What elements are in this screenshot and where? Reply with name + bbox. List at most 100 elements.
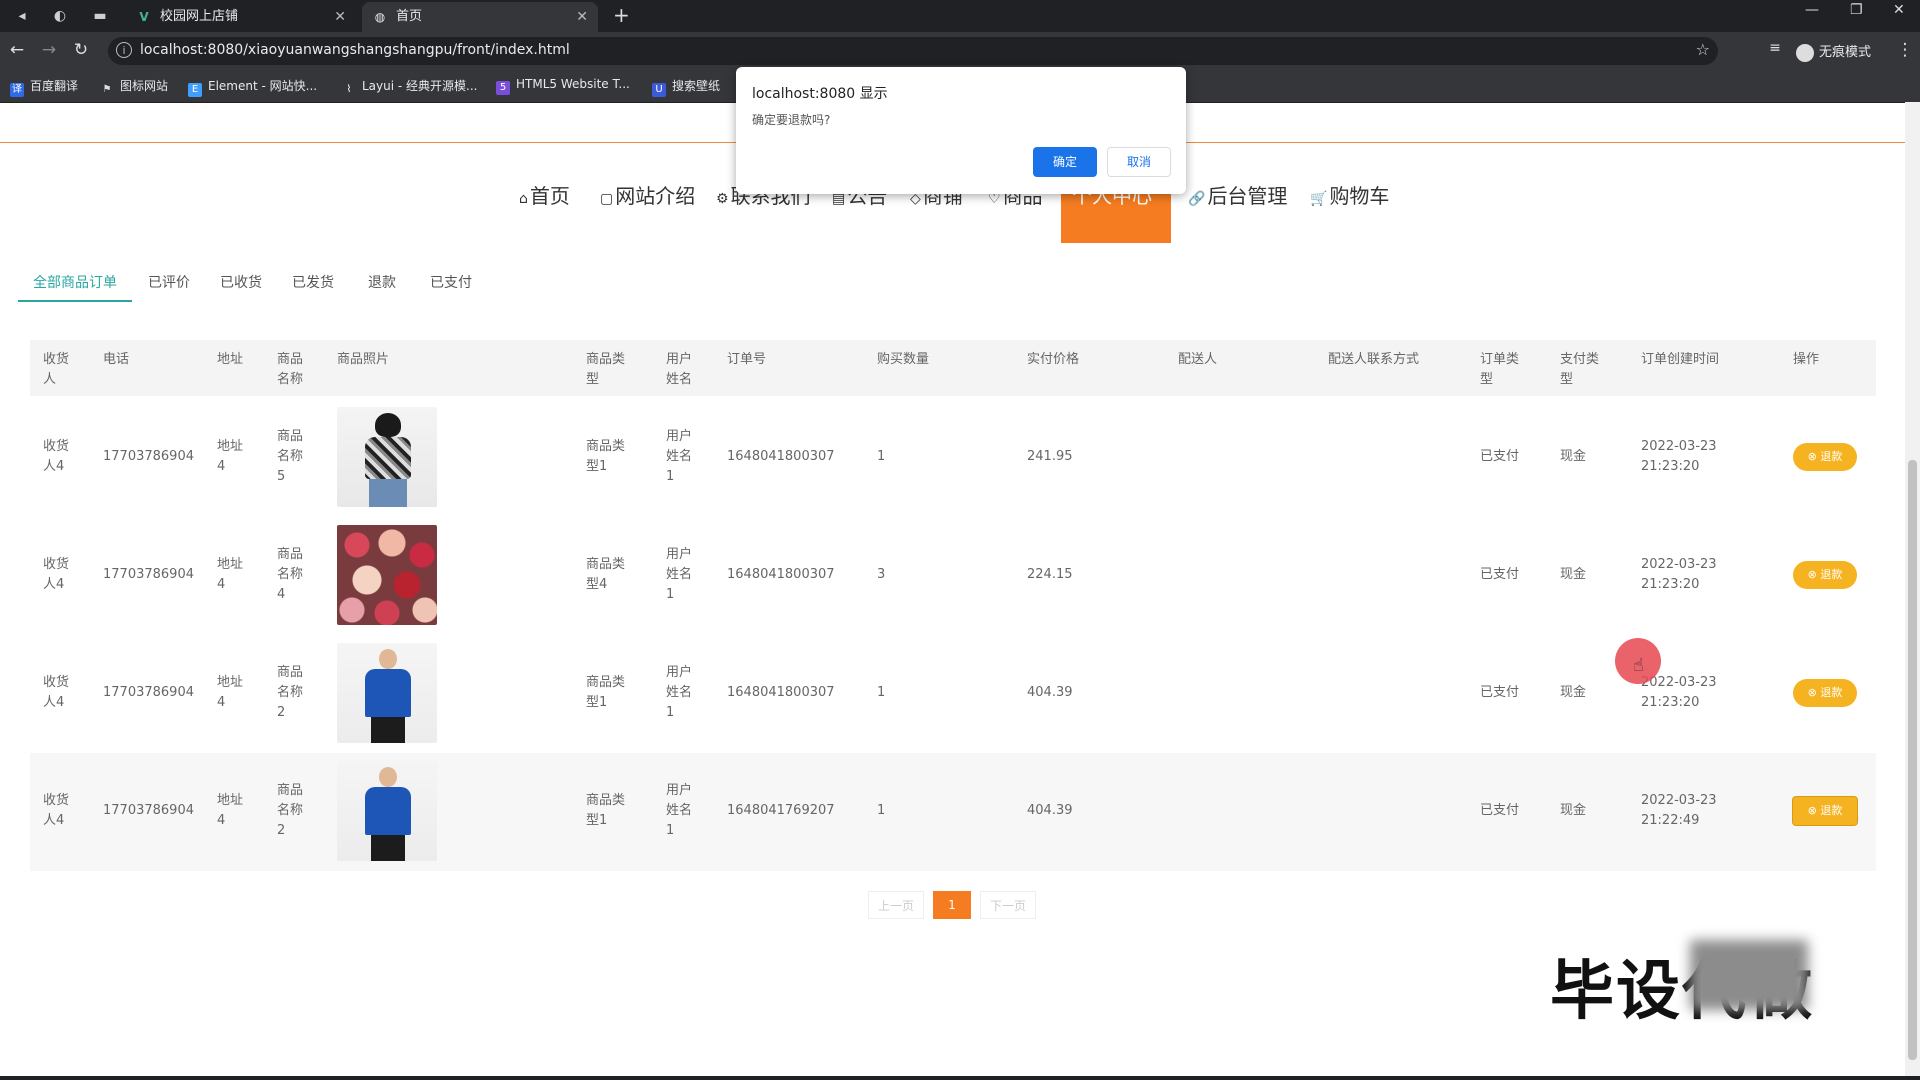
bookmark-item[interactable]: ⌇ Layui - 经典开源模...	[342, 77, 478, 97]
cell-pay-type: 现金	[1560, 449, 1587, 464]
cell-qty: 1	[877, 803, 886, 818]
cell-order-no: 1648041800307	[727, 685, 835, 700]
nav-admin[interactable]: 🔗 后台管理	[1188, 180, 1287, 209]
cell-user: 用户 姓名 1	[666, 547, 693, 602]
tab-all-orders[interactable]: 全部商品订单	[33, 272, 117, 292]
restore-icon[interactable]: ❐	[1850, 2, 1863, 18]
close-tab-icon[interactable]: ✕	[334, 2, 346, 32]
dialog-title: localhost:8080 显示	[752, 86, 888, 102]
close-tab-icon[interactable]: ✕	[576, 2, 588, 32]
url-field[interactable]: i localhost:8080/xiaoyuanwangshangshangp…	[108, 37, 1718, 65]
product-image	[337, 761, 437, 861]
cell-price: 404.39	[1027, 803, 1073, 818]
reload-icon[interactable]: ↻	[70, 40, 92, 60]
wallpaper-icon: U	[652, 83, 666, 97]
refund-button[interactable]: ⊗ 退款	[1793, 561, 1857, 589]
refund-button[interactable]: ⊗ 退款	[1793, 443, 1857, 471]
model-jeans	[369, 479, 407, 507]
address-bar: ← → ↻ i localhost:8080/xiaoyuanwangshang…	[0, 32, 1920, 70]
nav-home[interactable]: ⌂ 首页	[519, 180, 570, 209]
element-icon: E	[188, 83, 202, 97]
cell-address: 地址 4	[217, 793, 244, 828]
cell-order-type: 已支付	[1480, 449, 1520, 464]
history-icon[interactable]: ◐	[50, 6, 70, 26]
refund-label: 退款	[1820, 450, 1843, 463]
refund-label: 退款	[1820, 804, 1843, 817]
bookmark-item[interactable]: 5 HTML5 Website T...	[496, 77, 630, 95]
window-bottom-edge	[0, 1076, 1920, 1080]
nav-cart[interactable]: 🛒 购物车	[1310, 180, 1389, 209]
close-window-icon[interactable]: ✕	[1893, 2, 1905, 18]
minimize-icon[interactable]: —	[1805, 2, 1819, 18]
pagination-page-1[interactable]: 1	[933, 891, 971, 919]
cell-product: 商品 名称 2	[277, 783, 304, 838]
vue-icon: V	[139, 10, 149, 24]
refund-icon: ⊗	[1807, 568, 1821, 581]
tab-reviewed[interactable]: 已评价	[148, 272, 190, 292]
cell-created: 2022-03-23 21:23:20	[1641, 675, 1717, 710]
column-header-created: 订单创建时间	[1641, 352, 1720, 367]
model-hair	[375, 413, 401, 437]
refund-label: 退款	[1820, 686, 1843, 699]
cell-pay-type: 现金	[1560, 803, 1587, 818]
dialog-cancel-button[interactable]: 取消	[1107, 147, 1171, 177]
html5-icon: 5	[496, 81, 510, 95]
cell-product: 商品 名称 5	[277, 429, 304, 484]
info-icon[interactable]: i	[116, 42, 132, 58]
tab-overview-icon[interactable]: ▬	[90, 6, 110, 26]
bookmark-item[interactable]: E Element - 网站快...	[188, 77, 317, 97]
pagination-prev-button[interactable]: 上一页	[868, 891, 924, 919]
refund-button[interactable]: ⊗ 退款	[1793, 679, 1857, 707]
browser-tab-home[interactable]: ◍ 首页 ✕	[362, 2, 598, 32]
column-header-action: 操作	[1793, 352, 1820, 367]
page-icon: ▢	[600, 191, 614, 207]
bookmark-item[interactable]: U 搜索壁纸	[652, 77, 720, 97]
reading-list-icon[interactable]: ≡	[1764, 40, 1786, 56]
browser-tab-bar: ◂ ◐ ▬ V 校园网上店铺 ✕ ◍ 首页 ✕ + — ❐ ✕	[0, 0, 1920, 32]
back-icon[interactable]: ←	[6, 40, 28, 60]
nav-about[interactable]: ▢ 网站介绍	[600, 180, 695, 209]
tab-shipped[interactable]: 已发货	[292, 272, 334, 292]
incognito-indicator[interactable]: 无痕模式	[1796, 41, 1871, 62]
scrollbar-thumb[interactable]	[1908, 460, 1917, 1060]
cell-type: 商品类 型4	[586, 557, 626, 592]
model-top	[365, 437, 411, 479]
active-tab-underline	[18, 300, 132, 302]
cell-phone: 17703786904	[103, 685, 194, 700]
browser-tab-shop[interactable]: V 校园网上店铺 ✕	[126, 2, 356, 32]
cell-created: 2022-03-23 21:23:20	[1641, 439, 1717, 474]
cell-qty: 3	[877, 567, 886, 582]
cell-receiver: 收货 人4	[43, 675, 70, 710]
bookmark-item[interactable]: 译百度翻译	[10, 77, 78, 97]
cell-user: 用户 姓名 1	[666, 665, 693, 720]
column-header-courier: 配送人	[1178, 352, 1218, 367]
new-tab-icon[interactable]: +	[613, 3, 630, 27]
dialog-ok-button[interactable]: 确定	[1033, 147, 1097, 177]
refund-icon: ⊗	[1807, 450, 1821, 463]
tab-refund[interactable]: 退款	[368, 272, 396, 292]
audio-icon[interactable]: ◂	[12, 6, 32, 26]
refund-button[interactable]: ⊗ 退款	[1793, 797, 1857, 825]
cell-receiver: 收货 人4	[43, 439, 70, 474]
menu-icon[interactable]: ⋮	[1894, 40, 1916, 60]
cell-qty: 1	[877, 449, 886, 464]
model-pants	[371, 717, 405, 743]
cell-created: 2022-03-23 21:22:49	[1641, 793, 1717, 828]
cell-order-type: 已支付	[1480, 803, 1520, 818]
product-image	[337, 525, 437, 625]
bookmark-item[interactable]: ⚑ 图标网站	[100, 77, 169, 97]
translate-icon: 译	[10, 83, 24, 97]
forward-icon[interactable]: →	[38, 40, 60, 60]
column-header-order-no: 订单号	[727, 352, 767, 367]
table-row-hover	[30, 753, 1876, 871]
incognito-icon	[1796, 43, 1814, 62]
link-icon: 🔗	[1188, 191, 1206, 207]
tab-received[interactable]: 已收货	[220, 272, 262, 292]
tab-paid[interactable]: 已支付	[430, 272, 472, 292]
pagination-next-button[interactable]: 下一页	[980, 891, 1036, 919]
cell-type: 商品类 型1	[586, 675, 626, 710]
confirm-dialog: localhost:8080 显示 确定要退款吗? 确定 取消	[736, 67, 1186, 194]
watermark-blur	[1690, 940, 1808, 1010]
bookmark-star-icon[interactable]: ☆	[1696, 40, 1710, 59]
cell-order-no: 1648041769207	[727, 803, 835, 818]
